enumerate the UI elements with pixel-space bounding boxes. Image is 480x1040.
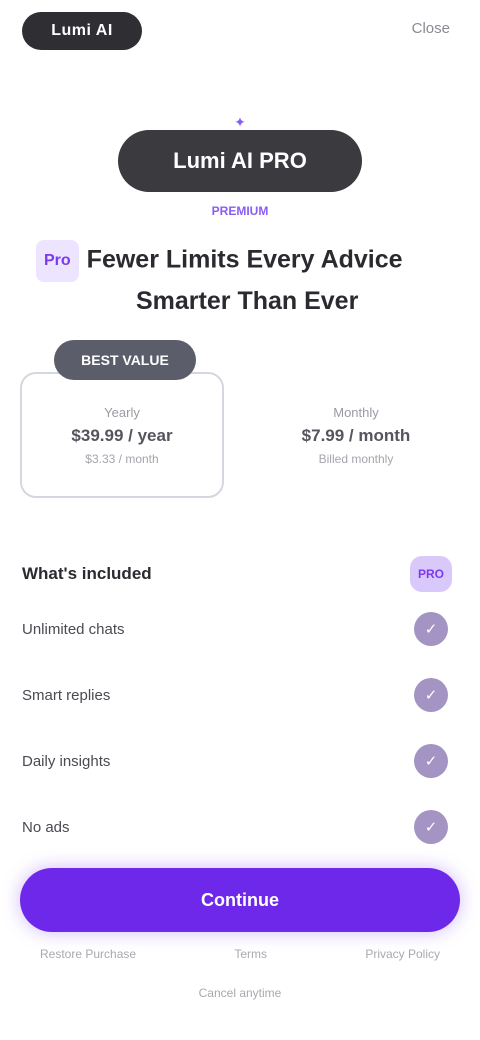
terms-link[interactable]: Terms [234,947,267,961]
check-icon: ✓ [414,678,448,712]
feature-label: Unlimited chats [22,620,125,638]
top-bar: Lumi AI Close [0,0,480,64]
check-icon: ✓ [414,612,448,646]
privacy-policy-link[interactable]: Privacy Policy [365,947,440,961]
plan-price: $39.99 / year [71,425,173,445]
plan-card-monthly[interactable]: Monthly $7.99 / month Billed monthly [254,372,458,498]
continue-button[interactable]: Continue [20,868,460,932]
plan-price: $7.99 / month [301,425,411,445]
feature-label: Smart replies [22,686,111,704]
plan-name: Monthly [333,404,379,420]
plan-subprice: $3.33 / month [85,451,159,466]
feature-row: Unlimited chats ✓ [20,596,460,662]
plan-name: Yearly [104,404,140,420]
pro-title-pill: Lumi AI PRO [118,130,362,192]
best-value-badge: BEST VALUE [54,340,196,380]
plan-card-yearly[interactable]: Yearly $39.99 / year $3.33 / month [20,372,224,498]
features-header: What's included PRO [20,552,460,596]
feature-row: No ads ✓ [20,794,460,860]
hero-caption: PREMIUM [211,204,269,218]
footer-note: Cancel anytime [198,986,282,1000]
sparkle-icon: ✦ [234,113,246,130]
features-title: What's included [22,564,152,583]
plan-subprice: Billed monthly [318,451,394,466]
restore-purchase-link[interactable]: Restore Purchase [40,947,136,961]
app-logo: Lumi AI [22,12,142,50]
feature-row: Daily insights ✓ [20,728,460,794]
feature-label: Daily insights [22,752,111,770]
pro-chip: PRO [410,556,452,592]
headline: Pro Fewer Limits Every Advice Smarter Tha… [36,240,456,320]
headline-line-1: Fewer Limits Every Advice [86,245,403,274]
check-icon: ✓ [414,810,448,844]
headline-line-2: Smarter Than Ever [136,287,359,315]
headline-tag: Pro [36,240,79,282]
features-list: What's included PRO Unlimited chats ✓ Sm… [20,552,460,860]
footer-links: Restore Purchase Terms Privacy Policy [40,940,440,968]
close-button[interactable]: Close [412,20,450,37]
hero: ✦ Lumi AI PRO PREMIUM [0,108,480,228]
feature-row: Smart replies ✓ [20,662,460,728]
check-icon: ✓ [414,744,448,778]
feature-label: No ads [22,818,70,836]
plan-selector: BEST VALUE Yearly $39.99 / year $3.33 / … [20,340,460,500]
